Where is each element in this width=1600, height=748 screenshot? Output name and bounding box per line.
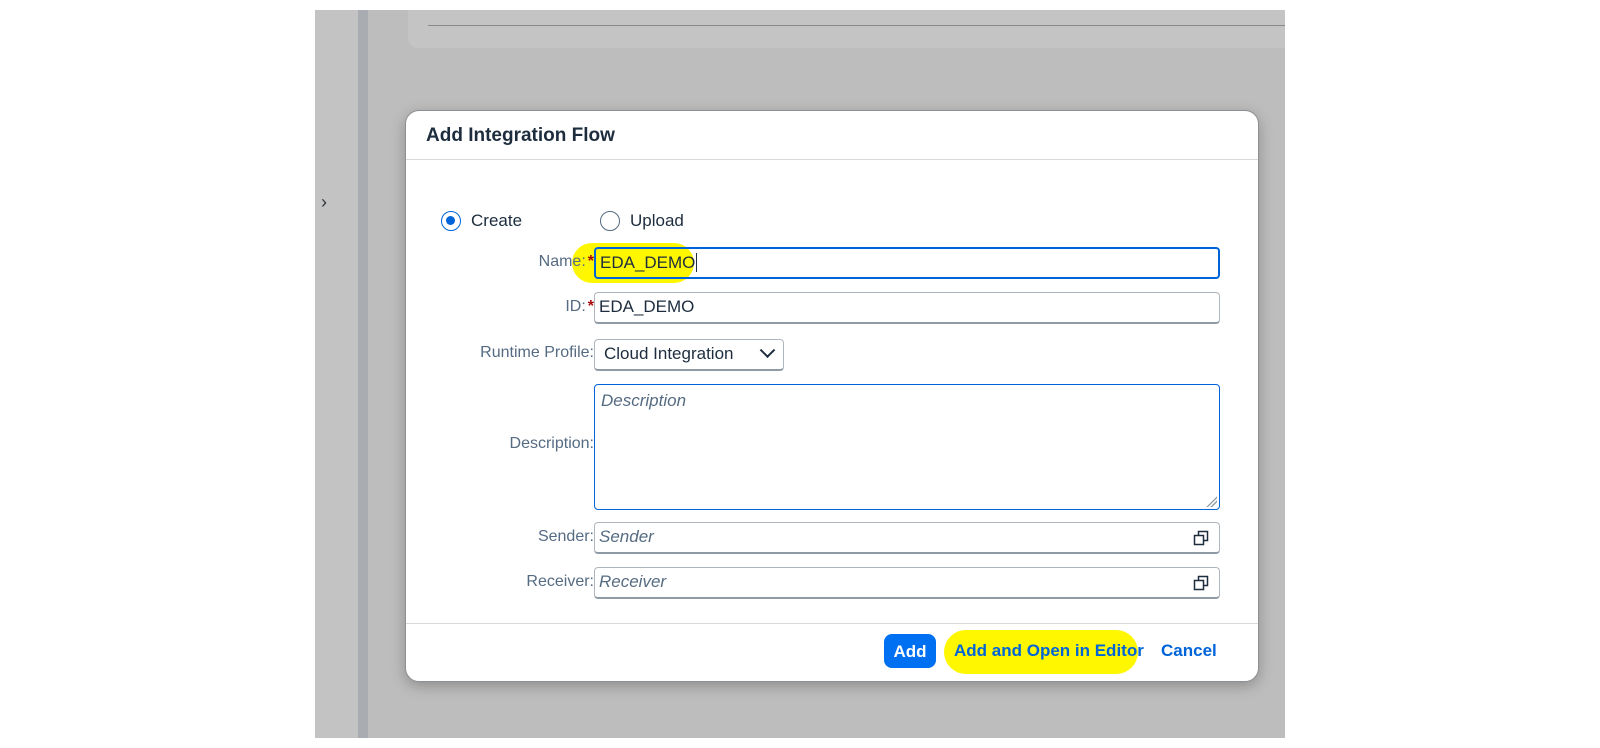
description-textarea[interactable]: Description	[594, 384, 1220, 510]
side-panel: ›	[315, 10, 358, 738]
chevron-right-icon[interactable]: ›	[315, 190, 333, 214]
value-help-icon[interactable]	[1193, 530, 1209, 546]
description-placeholder: Description	[601, 391, 687, 410]
name-input[interactable]: EDA_DEMO	[594, 247, 1220, 279]
sender-label: Sender:	[537, 528, 594, 545]
description-label: Description:	[509, 435, 594, 452]
upload-radio[interactable]: Upload	[600, 211, 684, 231]
add-button[interactable]: Add	[884, 634, 936, 668]
sender-input[interactable]: Sender	[594, 522, 1220, 554]
runtime-profile-select[interactable]: Cloud Integration	[594, 339, 784, 371]
receiver-input[interactable]: Receiver	[594, 567, 1220, 599]
divider	[428, 25, 1285, 26]
runtime-profile-label: Runtime Profile:	[480, 344, 594, 361]
radio-checked-icon[interactable]	[441, 211, 461, 231]
add-and-open-in-editor-button[interactable]: Add and Open in Editor	[954, 634, 1144, 668]
receiver-label: Receiver:	[526, 573, 594, 590]
name-input-value: EDA_DEMO	[600, 253, 696, 272]
side-panel-divider	[358, 10, 368, 738]
resize-grip-icon[interactable]	[1205, 495, 1217, 507]
id-label: ID: *	[565, 298, 594, 315]
add-integration-flow-dialog: Add Integration Flow Create Upload Name:…	[405, 110, 1259, 682]
create-radio-label: Create	[471, 211, 523, 230]
sender-placeholder: Sender	[599, 527, 654, 546]
app-background: › Add Integration Flow Create Upload Nam…	[315, 10, 1285, 738]
id-input-value: EDA_DEMO	[599, 297, 695, 316]
cancel-button[interactable]: Cancel	[1161, 634, 1217, 668]
receiver-placeholder: Receiver	[599, 572, 667, 591]
dialog-header: Add Integration Flow	[406, 111, 1258, 160]
radio-unchecked-icon[interactable]	[600, 211, 620, 231]
upload-radio-label: Upload	[630, 211, 684, 230]
runtime-profile-value: Cloud Integration	[604, 344, 734, 363]
background-card	[408, 10, 1285, 48]
create-radio[interactable]: Create	[441, 211, 522, 231]
value-help-icon[interactable]	[1193, 575, 1209, 591]
id-input[interactable]: EDA_DEMO	[594, 292, 1220, 324]
dialog-footer: Add Add and Open in Editor Cancel	[406, 623, 1258, 681]
text-cursor	[696, 253, 698, 272]
dialog-title: Add Integration Flow	[426, 125, 615, 146]
name-label: Name: *	[538, 253, 594, 270]
chevron-down-icon[interactable]	[759, 342, 776, 359]
